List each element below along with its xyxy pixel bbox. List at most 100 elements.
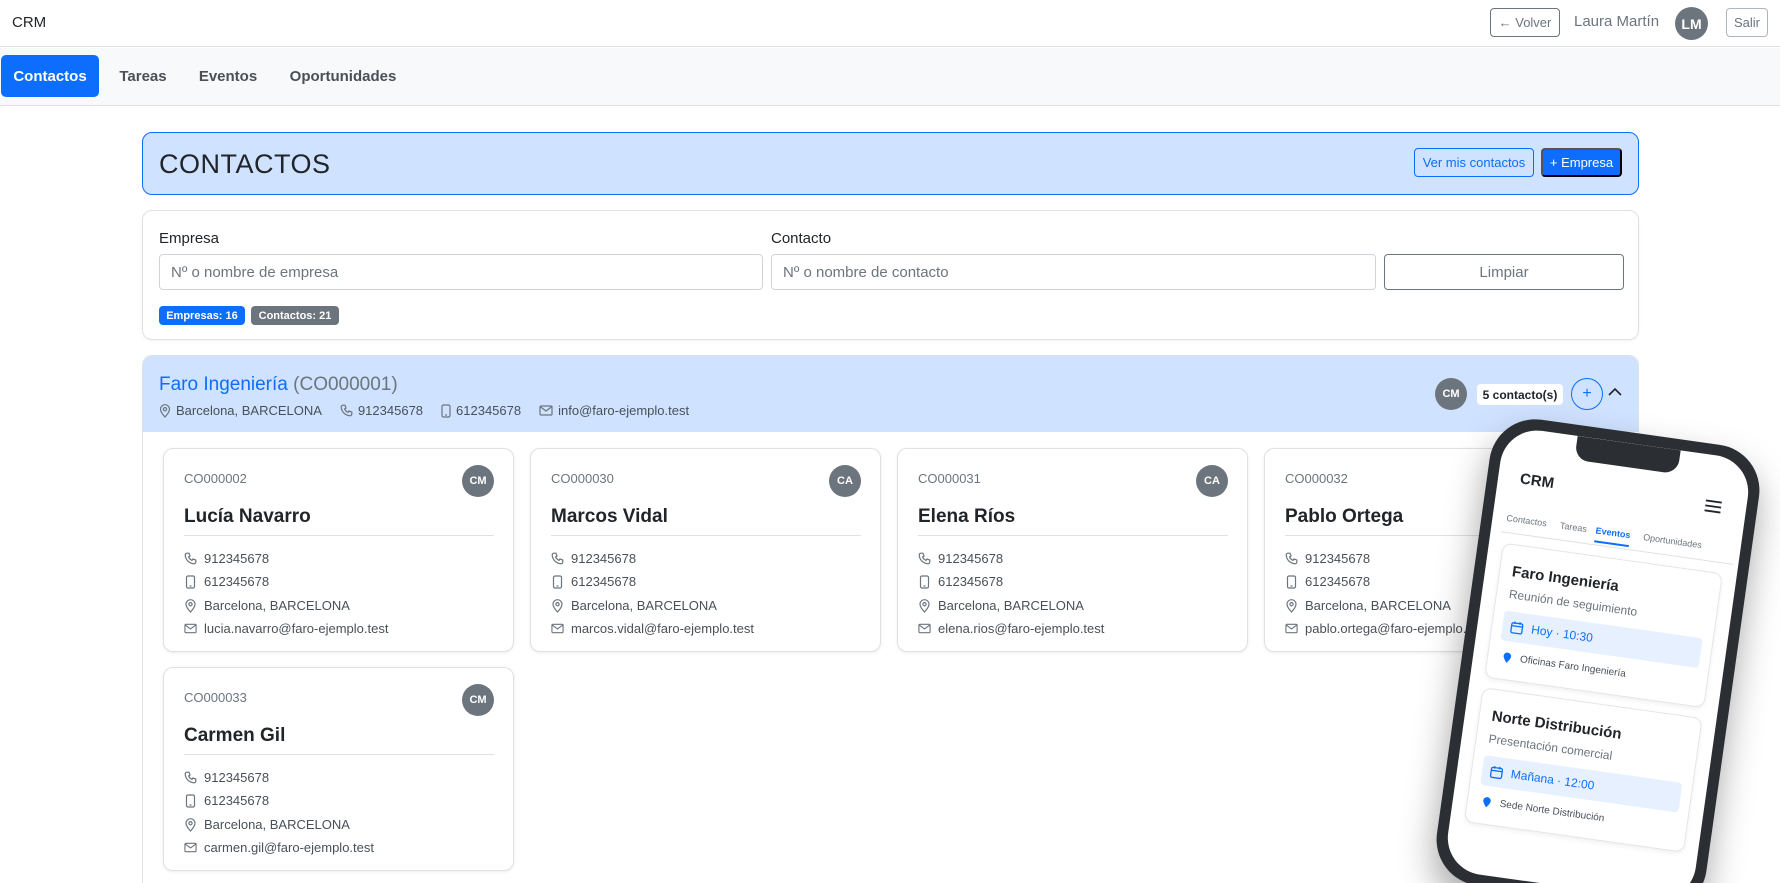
contact-email-row[interactable]: lucia.navarro@faro-ejemplo.test	[184, 621, 388, 636]
mobile-brand: CRM	[1518, 470, 1556, 493]
email-icon	[551, 623, 564, 634]
brand-logo[interactable]: CRM	[12, 14, 46, 31]
location-pin-icon	[1483, 797, 1491, 808]
divider	[551, 535, 861, 536]
mobile-tab-contactos[interactable]: Contactos	[1506, 513, 1548, 529]
location-pin-icon	[185, 598, 196, 613]
contact-mobile-row[interactable]: 612345678	[1285, 574, 1370, 589]
company-header[interactable]: Faro Ingeniería (CO000001) Barcelona, BA…	[143, 356, 1638, 432]
contact-card[interactable]: CO000030 CA Marcos Vidal 912345678 612345678…	[530, 448, 881, 652]
contact-phone-row[interactable]: 912345678	[1285, 551, 1370, 566]
hamburger-menu-icon[interactable]	[1703, 498, 1723, 514]
contact-phone: 912345678	[938, 551, 1004, 566]
contact-mobile: 612345678	[571, 574, 637, 589]
contact-email: carmen.gil@faro-ejemplo.test	[204, 840, 374, 855]
contact-code: CO000032	[1285, 471, 1348, 486]
user-avatar[interactable]: LM	[1675, 7, 1708, 40]
tab-tareas[interactable]: Tareas	[108, 55, 178, 97]
contact-mobile-row[interactable]: 612345678	[551, 574, 636, 589]
company-name[interactable]: Faro Ingeniería	[159, 374, 288, 395]
company-phone[interactable]: 912345678	[358, 403, 423, 418]
page-title: CONTACTOS	[159, 149, 331, 179]
contact-card[interactable]: CO000031 CA Elena Ríos 912345678 612345678 Ba…	[897, 448, 1248, 652]
contact-name[interactable]: Lucía Navarro	[184, 506, 311, 528]
company-card: Faro Ingeniería (CO000001) Barcelona, BA…	[142, 355, 1639, 883]
contact-location-row: Barcelona, BARCELONA	[1285, 598, 1451, 613]
location-pin-icon	[185, 817, 196, 832]
contact-phone-row[interactable]: 912345678	[184, 770, 269, 785]
contact-phone-row[interactable]: 912345678	[551, 551, 636, 566]
company-meta: Barcelona, BARCELONA 912345678 612345678…	[159, 403, 707, 418]
contact-name[interactable]: Elena Ríos	[918, 506, 1015, 528]
contact-email-row[interactable]: carmen.gil@faro-ejemplo.test	[184, 840, 374, 855]
my-contacts-button[interactable]: Ver mis contactos	[1414, 148, 1534, 177]
contact-mobile-row[interactable]: 612345678	[918, 574, 1003, 589]
contact-name[interactable]: Pablo Ortega	[1285, 506, 1403, 528]
mobile-icon	[185, 793, 196, 808]
mobile-event-card[interactable]: Faro Ingeniería Reunión de seguimiento H…	[1484, 542, 1723, 709]
phone-icon	[184, 771, 197, 784]
mobile-icon	[552, 574, 563, 589]
phone-icon	[1285, 552, 1298, 565]
phone-icon	[184, 552, 197, 565]
mobile-preview: CRM Contactos Tareas Eventos Oportunidad…	[1430, 413, 1770, 883]
tab-eventos[interactable]: Eventos	[190, 55, 266, 97]
contact-mobile: 612345678	[204, 574, 270, 589]
contact-card[interactable]: CO000033 CM Carmen Gil 912345678 612345678 Ba…	[163, 667, 514, 871]
clear-filters-button[interactable]: Limpiar	[1384, 254, 1624, 290]
chevron-up-icon[interactable]	[1606, 383, 1624, 401]
contact-phone-row[interactable]: 912345678	[918, 551, 1003, 566]
contact-email: elena.rios@faro-ejemplo.test	[938, 621, 1105, 636]
calendar-icon	[1489, 765, 1504, 779]
calendar-icon	[1510, 620, 1524, 635]
contact-location-row: Barcelona, BARCELONA	[184, 817, 350, 832]
top-bar: CRM ← Volver Laura Martín LM Salir	[0, 0, 1780, 47]
email-icon	[184, 842, 197, 853]
company-mobile[interactable]: 612345678	[456, 403, 521, 418]
phone-screen: CRM Contactos Tareas Eventos Oportunidad…	[1443, 425, 1753, 883]
contact-name[interactable]: Marcos Vidal	[551, 506, 668, 528]
contact-code: CO000030	[551, 471, 614, 486]
contact-phone-row[interactable]: 912345678	[184, 551, 269, 566]
logout-button[interactable]: Salir	[1726, 8, 1768, 37]
mobile-tab-tareas[interactable]: Tareas	[1559, 520, 1587, 534]
divider	[184, 754, 494, 755]
contact-filter-label: Contacto	[771, 230, 832, 247]
contact-mobile: 612345678	[1305, 574, 1371, 589]
company-location: Barcelona, BARCELONA	[176, 403, 322, 418]
contact-count-badge: 5 contacto(s)	[1477, 384, 1563, 405]
contact-email-row[interactable]: elena.rios@faro-ejemplo.test	[918, 621, 1104, 636]
contact-mobile: 612345678	[938, 574, 1004, 589]
contact-code: CO000031	[918, 471, 981, 486]
contact-location-row: Barcelona, BARCELONA	[551, 598, 717, 613]
contact-owner-avatar: CM	[462, 465, 494, 497]
tab-contactos[interactable]: Contactos	[1, 55, 99, 97]
contact-email-row[interactable]: marcos.vidal@faro-ejemplo.test	[551, 621, 754, 636]
phone-icon	[918, 552, 931, 565]
company-title: Faro Ingeniería (CO000001)	[159, 374, 398, 396]
mobile-icon	[441, 403, 451, 418]
divider	[918, 535, 1228, 536]
mobile-event-card[interactable]: Norte Distribución Presentación comercia…	[1463, 687, 1703, 853]
contact-mobile-row[interactable]: 612345678	[184, 793, 269, 808]
company-search-input[interactable]: Nº o nombre de empresa	[159, 254, 763, 290]
add-contact-button[interactable]: +	[1571, 378, 1603, 410]
contact-card[interactable]: CO000002 CM Lucía Navarro 912345678 61234567…	[163, 448, 514, 652]
company-email[interactable]: info@faro-ejemplo.test	[558, 403, 689, 418]
phone-icon	[340, 404, 353, 417]
phone-icon	[551, 552, 564, 565]
user-name: Laura Martín	[1574, 13, 1660, 30]
back-button[interactable]: ← Volver	[1490, 8, 1560, 37]
location-pin-icon	[919, 598, 930, 613]
tab-oportunidades[interactable]: Oportunidades	[280, 55, 406, 97]
mobile-tab-oportunidades[interactable]: Oportunidades	[1643, 532, 1703, 550]
mobile-tab-eventos[interactable]: Eventos	[1594, 525, 1632, 548]
contact-mobile-row[interactable]: 612345678	[184, 574, 269, 589]
contact-name[interactable]: Carmen Gil	[184, 725, 285, 747]
phone-notch	[1574, 435, 1681, 475]
company-code: (CO000001)	[293, 374, 398, 395]
divider	[184, 535, 494, 536]
add-company-button[interactable]: + Empresa	[1541, 148, 1622, 177]
contact-search-input[interactable]: Nº o nombre de contacto	[771, 254, 1376, 290]
contact-phone: 912345678	[204, 770, 270, 785]
